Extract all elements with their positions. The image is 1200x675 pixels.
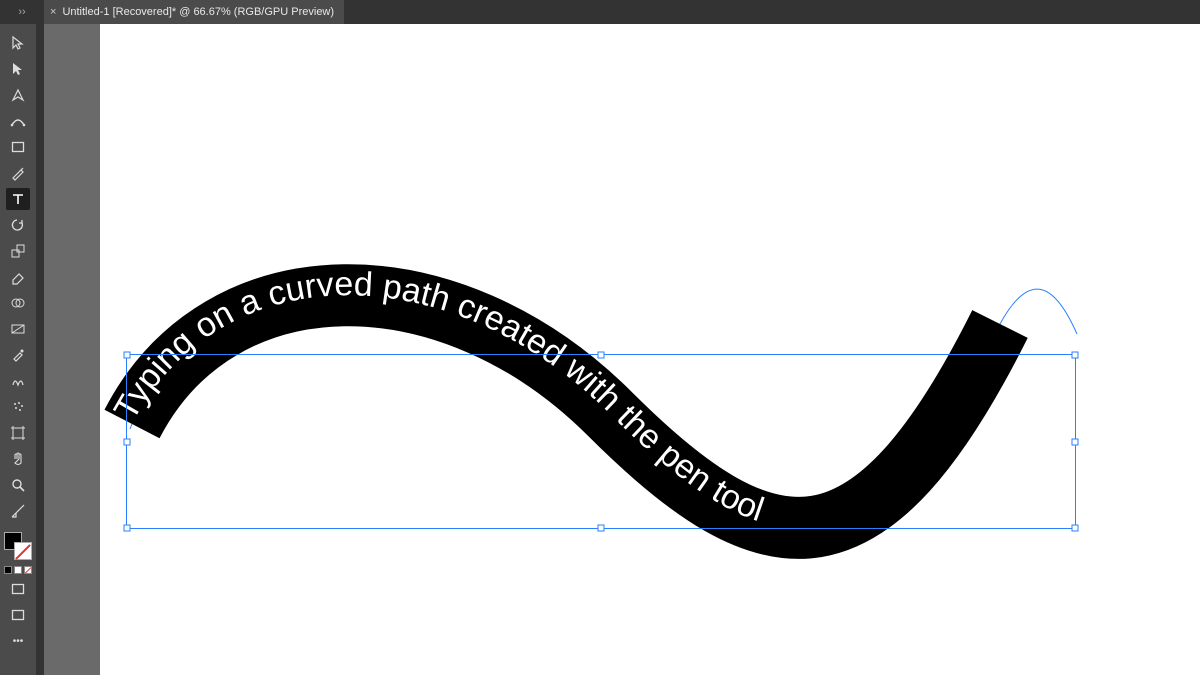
tool-eraser[interactable] (6, 266, 30, 288)
tool-zoom[interactable] (6, 474, 30, 496)
mini-white[interactable] (14, 566, 22, 574)
tool-eyedropper[interactable] (6, 344, 30, 366)
mini-black[interactable] (4, 566, 12, 574)
tool-slice[interactable] (6, 500, 30, 522)
tool-panel: ••• (0, 24, 36, 675)
expand-panels-icon[interactable]: ›› (0, 0, 44, 24)
mini-none[interactable] (24, 566, 32, 574)
tool-type[interactable] (6, 188, 30, 210)
tool-hand[interactable] (6, 448, 30, 470)
document-tab[interactable]: × Untitled-1 [Recovered]* @ 66.67% (RGB/… (44, 0, 344, 24)
tool-pen[interactable] (6, 84, 30, 106)
close-icon[interactable]: × (50, 6, 56, 18)
document-tab-title: Untitled-1 [Recovered]* @ 66.67% (RGB/GP… (62, 6, 334, 18)
fill-stroke-swatches[interactable] (4, 532, 32, 560)
artboard[interactable]: Typing on a curved path created with the… (100, 24, 1200, 675)
tool-selection[interactable] (6, 32, 30, 54)
draw-mode-behind[interactable] (6, 604, 30, 626)
panel-dock-edge (36, 24, 44, 675)
tool-scale[interactable] (6, 240, 30, 262)
tool-shape-builder[interactable] (6, 292, 30, 314)
artwork-text-on-path[interactable]: Typing on a curved path created with the… (100, 24, 1200, 675)
path-stroke[interactable] (132, 295, 1000, 528)
tool-symbol-spray[interactable] (6, 396, 30, 418)
draw-mode-normal[interactable] (6, 578, 30, 600)
tool-direct-select[interactable] (6, 58, 30, 80)
tool-gradient[interactable] (6, 318, 30, 340)
tool-artboard[interactable] (6, 422, 30, 444)
default-colors[interactable] (4, 566, 32, 574)
tool-rectangle[interactable] (6, 136, 30, 158)
tool-curvature[interactable] (6, 110, 30, 132)
tool-rotate[interactable] (6, 214, 30, 236)
edit-toolbar[interactable]: ••• (6, 630, 30, 652)
canvas-pasteboard (44, 24, 100, 675)
document-tab-bar: ›› × Untitled-1 [Recovered]* @ 66.67% (R… (0, 0, 1200, 24)
stroke-swatch[interactable] (14, 542, 32, 560)
tool-brush[interactable] (6, 162, 30, 184)
tool-blend[interactable] (6, 370, 30, 392)
